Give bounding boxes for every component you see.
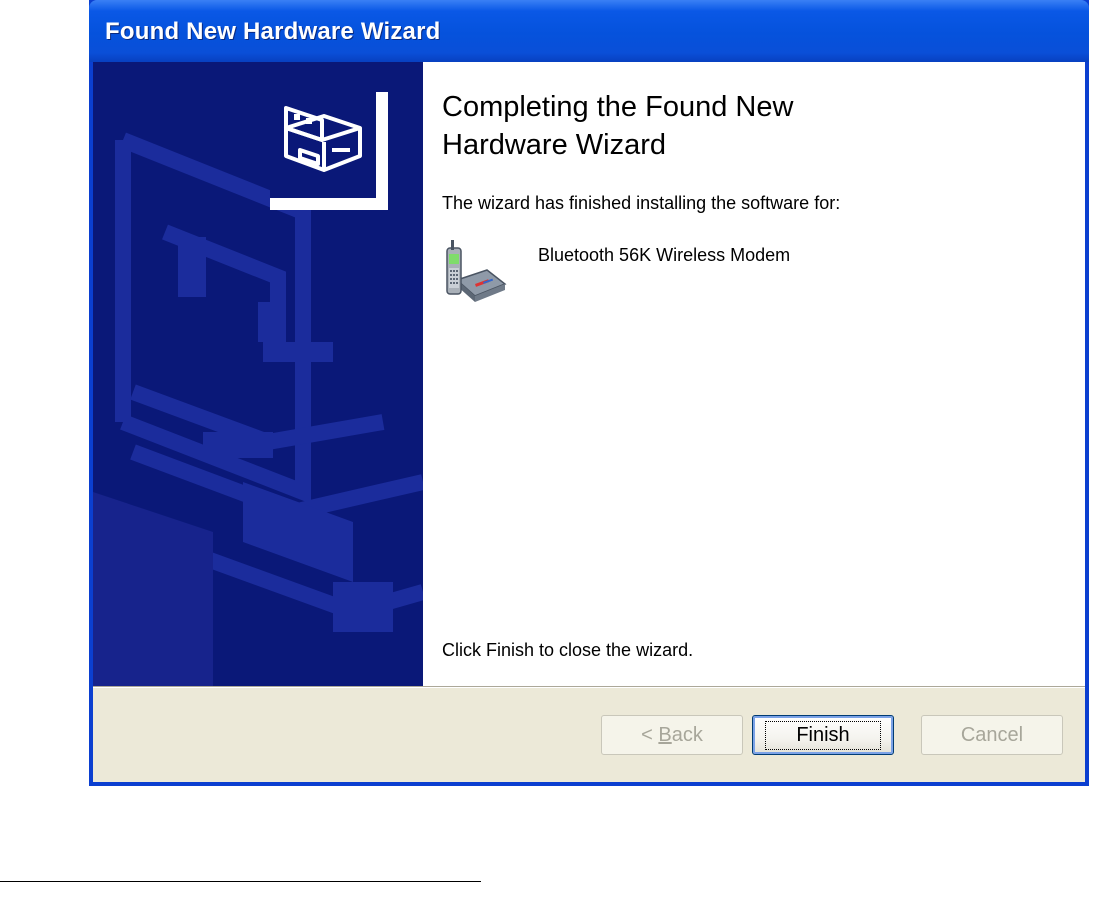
bluetooth-modem-icon — [441, 238, 507, 304]
finish-button-label: Finish — [765, 720, 881, 750]
wizard-side-panel — [93, 62, 423, 686]
finish-hint-text: Click Finish to close the wizard. — [442, 640, 694, 660]
window-title: Found New Hardware Wizard — [105, 18, 441, 45]
cancel-button-label: Cancel — [960, 723, 1024, 746]
wizard-heading: Completing the Found New Hardware Wizard — [442, 88, 1002, 164]
back-button-prefix: < — [641, 723, 659, 746]
wizard-client-area: Completing the Found New Hardware Wizard… — [93, 62, 1085, 782]
wizard-window: Found New Hardware Wizard Completing the… — [89, 0, 1089, 786]
device-name: Bluetooth 56K Wireless Modem — [538, 245, 791, 265]
hardware-wizard-icon — [270, 92, 388, 210]
title-bar[interactable]: Found New Hardware Wizard — [89, 0, 1089, 62]
button-separator-highlight — [93, 687, 1085, 688]
cancel-button[interactable]: Cancel — [921, 715, 1063, 755]
footnote-rule — [0, 881, 481, 882]
install-intro-text: The wizard has finished installing the s… — [442, 193, 841, 213]
wizard-content: Completing the Found New Hardware Wizard… — [423, 62, 1085, 686]
heading-line-2: Hardware Wizard — [442, 129, 666, 161]
finish-button[interactable]: Finish — [752, 715, 894, 755]
back-button-label: ack — [671, 723, 703, 746]
back-button[interactable]: < Back — [601, 715, 743, 755]
heading-line-1: Completing the Found New — [442, 91, 794, 123]
back-button-mnemonic: B — [658, 723, 672, 746]
